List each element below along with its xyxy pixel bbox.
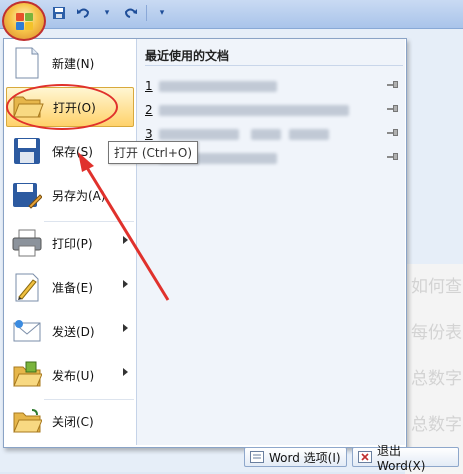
new-document-icon — [10, 46, 44, 80]
pin-icon[interactable] — [387, 152, 399, 162]
pin-icon[interactable] — [387, 128, 399, 138]
pin-icon[interactable] — [387, 104, 399, 114]
blurred-document-name — [159, 104, 349, 116]
document-line: 每份表 — [411, 323, 462, 343]
exit-word-button[interactable]: 退出 Word(X) — [352, 444, 459, 473]
chevron-down-icon[interactable]: ▾ — [98, 4, 116, 22]
recent-documents-panel: 最近使用的文档 1 2 3 4 — [137, 39, 405, 445]
menu-item-label: 准备(E) — [52, 280, 93, 295]
submenu-arrow-icon — [123, 236, 128, 244]
menu-item-close[interactable]: 关闭(C) — [6, 401, 134, 441]
publish-icon — [10, 358, 44, 392]
prepare-icon — [10, 270, 44, 304]
close-document-icon — [10, 404, 44, 438]
send-icon — [10, 314, 44, 348]
document-line: 总数字 — [411, 369, 462, 389]
save-icon[interactable] — [50, 4, 68, 22]
recent-item-number: 2 — [145, 103, 153, 117]
menu-item-send[interactable]: 发送(D) — [6, 311, 134, 351]
word-options-button[interactable]: Word 选项(I) — [244, 447, 347, 467]
blurred-document-name — [251, 128, 281, 140]
menu-item-save-as[interactable]: 另存为(A) — [6, 175, 134, 215]
print-icon — [10, 226, 44, 260]
pin-icon[interactable] — [387, 80, 399, 90]
menu-footer: Word 选项(I) 退出 Word(X) — [133, 444, 459, 473]
menu-separator — [44, 221, 134, 222]
menu-item-label: 另存为(A) — [52, 188, 106, 203]
save-icon — [10, 134, 44, 168]
undo-icon[interactable] — [74, 4, 92, 22]
annotation-ellipse — [6, 84, 118, 130]
word-options-label: Word 选项(I) — [269, 450, 341, 465]
redo-icon[interactable] — [122, 4, 140, 22]
document-line: 如何查 — [411, 277, 462, 297]
exit-word-label: 退出 Word(X) — [377, 443, 426, 473]
recent-divider — [145, 65, 403, 66]
office-button[interactable] — [2, 1, 46, 41]
menu-separator — [44, 399, 134, 400]
recent-document-item[interactable]: 2 — [145, 101, 403, 119]
blurred-document-name — [159, 80, 277, 92]
save-as-icon — [10, 178, 44, 212]
customize-toolbar-icon[interactable]: ▾ — [153, 4, 171, 22]
menu-item-label: 保存(S) — [52, 144, 93, 159]
title-bar: ▾ ▾ — [0, 0, 463, 29]
close-icon — [358, 451, 372, 463]
menu-item-label: 发布(U) — [52, 368, 95, 383]
menu-item-label: 打印(P) — [52, 236, 93, 251]
open-tooltip: 打开 (Ctrl+O) — [108, 141, 199, 164]
office-logo-icon — [16, 13, 34, 31]
recent-item-number: 3 — [145, 127, 153, 141]
blurred-document-name — [289, 128, 329, 140]
recent-documents-title: 最近使用的文档 — [145, 49, 230, 63]
quick-access-toolbar: ▾ ▾ — [50, 4, 171, 22]
submenu-arrow-icon — [123, 368, 128, 376]
recent-document-item[interactable]: 1 — [145, 77, 403, 95]
menu-item-label: 新建(N) — [52, 56, 95, 71]
menu-item-label: 关闭(C) — [52, 414, 94, 429]
blurred-document-name — [159, 128, 239, 140]
submenu-arrow-icon — [123, 324, 128, 332]
menu-item-new[interactable]: 新建(N) — [6, 43, 134, 83]
recent-item-number: 1 — [145, 79, 153, 93]
menu-item-label: 发送(D) — [52, 324, 95, 339]
menu-item-publish[interactable]: 发布(U) — [6, 355, 134, 395]
menu-item-prepare[interactable]: 准备(E) — [6, 267, 134, 307]
toolbar-separator — [146, 5, 147, 21]
menu-item-print[interactable]: 打印(P) — [6, 223, 134, 263]
options-icon — [250, 451, 264, 463]
submenu-arrow-icon — [123, 280, 128, 288]
